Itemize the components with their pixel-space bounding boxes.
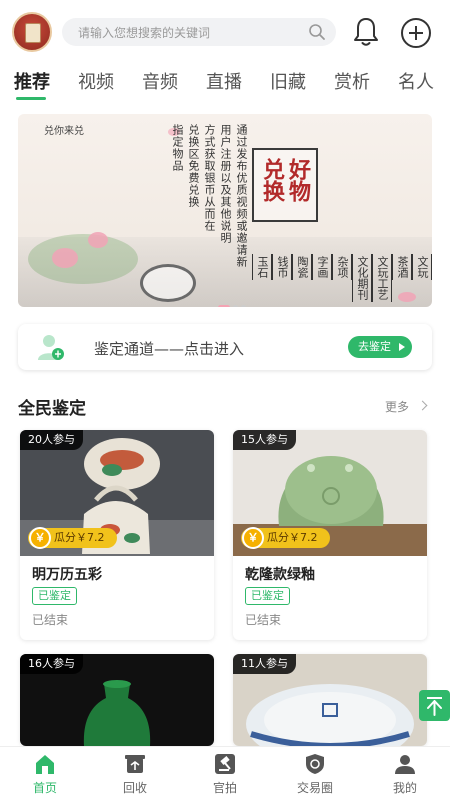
banner-category: 文玩工艺 xyxy=(372,254,392,302)
category-tabs: 推荐 视频 音频 直播 旧藏 赏析 名人 xyxy=(0,64,450,104)
carousel-dot-active xyxy=(218,305,230,307)
chevron-right-icon[interactable] xyxy=(417,400,428,411)
banner-category: 文玩 xyxy=(412,254,432,280)
play-arrow-icon xyxy=(399,343,405,351)
item-name: 乾隆款绿釉 xyxy=(245,567,315,583)
tab-live[interactable]: 直播 xyxy=(206,68,242,94)
appraisal-card[interactable]: 16人参与 xyxy=(20,654,214,746)
coin-icon: ￥ xyxy=(29,527,51,549)
user-icon xyxy=(395,755,415,774)
banner-foliage xyxy=(28,234,138,284)
nav-trade-circle-label: 交易圈 xyxy=(296,781,333,795)
arrow-up-icon xyxy=(427,697,442,716)
tab-celebrity[interactable]: 名人 xyxy=(398,68,434,94)
appraised-tag: 已鉴定 xyxy=(245,587,290,605)
top-header: 请输入您想搜索的关键词 xyxy=(0,0,450,64)
tab-old-collection[interactable]: 旧藏 xyxy=(270,68,306,94)
tab-recommend[interactable]: 推荐 xyxy=(14,68,50,94)
banner-title-line1: 好物 xyxy=(285,158,311,202)
appraisal-card[interactable]: 15人参与 ￥ 瓜分￥7.2 乾隆款绿釉 已鉴定 已结束 xyxy=(233,430,427,640)
appraiser-icon xyxy=(38,335,64,360)
search-bar[interactable]: 请输入您想搜索的关键词 xyxy=(62,18,336,46)
go-appraise-label: 去鉴定 xyxy=(358,340,391,353)
peony-flower xyxy=(52,248,78,268)
status-text: 已结束 xyxy=(32,613,69,627)
banner-desc-line: 通过发布优质视频或邀请新 xyxy=(235,124,248,268)
nav-recycle[interactable]: 回收 xyxy=(90,747,180,800)
banner-desc-line: 指定物品 xyxy=(171,124,184,172)
carousel-dot xyxy=(241,305,246,307)
coin-icon: ￥ xyxy=(242,527,264,549)
bottom-nav: 首页 回收 官拍 交易圈 我的 xyxy=(0,746,450,800)
shield-trade-icon xyxy=(306,754,324,774)
peony-flower xyxy=(88,232,108,248)
nav-auction[interactable]: 官拍 xyxy=(180,747,270,800)
banner-category: 陶瓷 xyxy=(292,254,312,280)
nav-trade-circle[interactable]: 交易圈 xyxy=(270,747,360,800)
banner-brand: 兑你来兑 xyxy=(44,126,84,137)
appraisal-card[interactable]: 20人参与 ￥ 瓜分￥7.2 明万历五彩 已鉴定 已结束 xyxy=(20,430,214,640)
reward-text: 瓜分￥7.2 xyxy=(54,531,105,544)
reward-pill: ￥ 瓜分￥7.2 xyxy=(241,527,330,549)
carousel-dot xyxy=(233,305,238,307)
banner-category: 玉石 xyxy=(252,254,272,280)
banner-desc-line: 用户注册以及其他说明 xyxy=(219,124,232,244)
banner-category: 茶酒 xyxy=(392,254,412,280)
recycle-icon xyxy=(125,755,145,773)
participants-badge: 15人参与 xyxy=(233,430,296,450)
tab-appreciation[interactable]: 赏析 xyxy=(334,68,370,94)
gavel-icon xyxy=(215,754,235,774)
section-title: 全民鉴定 xyxy=(18,399,86,419)
nav-home[interactable]: 首页 xyxy=(0,747,90,800)
search-icon[interactable] xyxy=(308,23,326,41)
appraisal-entry-card[interactable]: 鉴定通道——点击进入 去鉴定 xyxy=(18,324,432,370)
banner-desc-line: 兑换区免费兑换 xyxy=(187,124,200,208)
nav-mine[interactable]: 我的 xyxy=(360,747,450,800)
nav-auction-label: 官拍 xyxy=(212,781,237,795)
active-tab-indicator xyxy=(16,97,46,100)
nav-mine-label: 我的 xyxy=(392,781,417,795)
banner-desc-line: 方式获取银币从而在 xyxy=(203,124,216,232)
search-input[interactable]: 请输入您想搜索的关键词 xyxy=(78,24,210,41)
participants-badge: 11人参与 xyxy=(233,654,296,674)
nav-home-label: 首页 xyxy=(32,781,57,795)
status-text: 已结束 xyxy=(245,613,282,627)
app-logo-avatar[interactable] xyxy=(12,12,52,52)
nav-recycle-label: 回收 xyxy=(122,781,147,795)
carousel-dots[interactable] xyxy=(218,295,258,307)
peony-flower xyxy=(398,292,416,302)
banner-category: 钱币 xyxy=(272,254,292,280)
bell-icon[interactable] xyxy=(352,16,380,48)
promo-banner[interactable]: 兑你来兑 好物 兑换 通过发布优质视频或邀请新 用户注册以及其他说明 方式获取银… xyxy=(18,114,432,307)
go-appraise-button[interactable]: 去鉴定 xyxy=(348,336,412,358)
reward-pill: ￥ 瓜分￥7.2 xyxy=(28,527,117,549)
home-icon xyxy=(36,755,54,774)
item-name: 明万历五彩 xyxy=(32,567,102,583)
banner-category: 字画 xyxy=(312,254,332,280)
seal-icon xyxy=(25,23,41,43)
add-icon[interactable] xyxy=(400,17,432,49)
lattice-window xyxy=(140,264,196,302)
participants-badge: 20人参与 xyxy=(20,430,83,450)
banner-title-line2: 兑换 xyxy=(259,158,285,202)
banner-category: 文化期刊 xyxy=(352,254,372,302)
banner-category: 杂项 xyxy=(332,254,352,280)
tab-video[interactable]: 视频 xyxy=(78,68,114,94)
appraisal-card[interactable]: 11人参与 xyxy=(233,654,427,746)
more-link[interactable]: 更多 xyxy=(385,398,409,415)
appraised-tag: 已鉴定 xyxy=(32,587,77,605)
appraisal-entry-text: 鉴定通道——点击进入 xyxy=(94,340,245,358)
participants-badge: 16人参与 xyxy=(20,654,83,674)
back-to-top-button[interactable] xyxy=(419,690,450,721)
tab-audio[interactable]: 音频 xyxy=(142,68,178,94)
reward-text: 瓜分￥7.2 xyxy=(267,531,318,544)
